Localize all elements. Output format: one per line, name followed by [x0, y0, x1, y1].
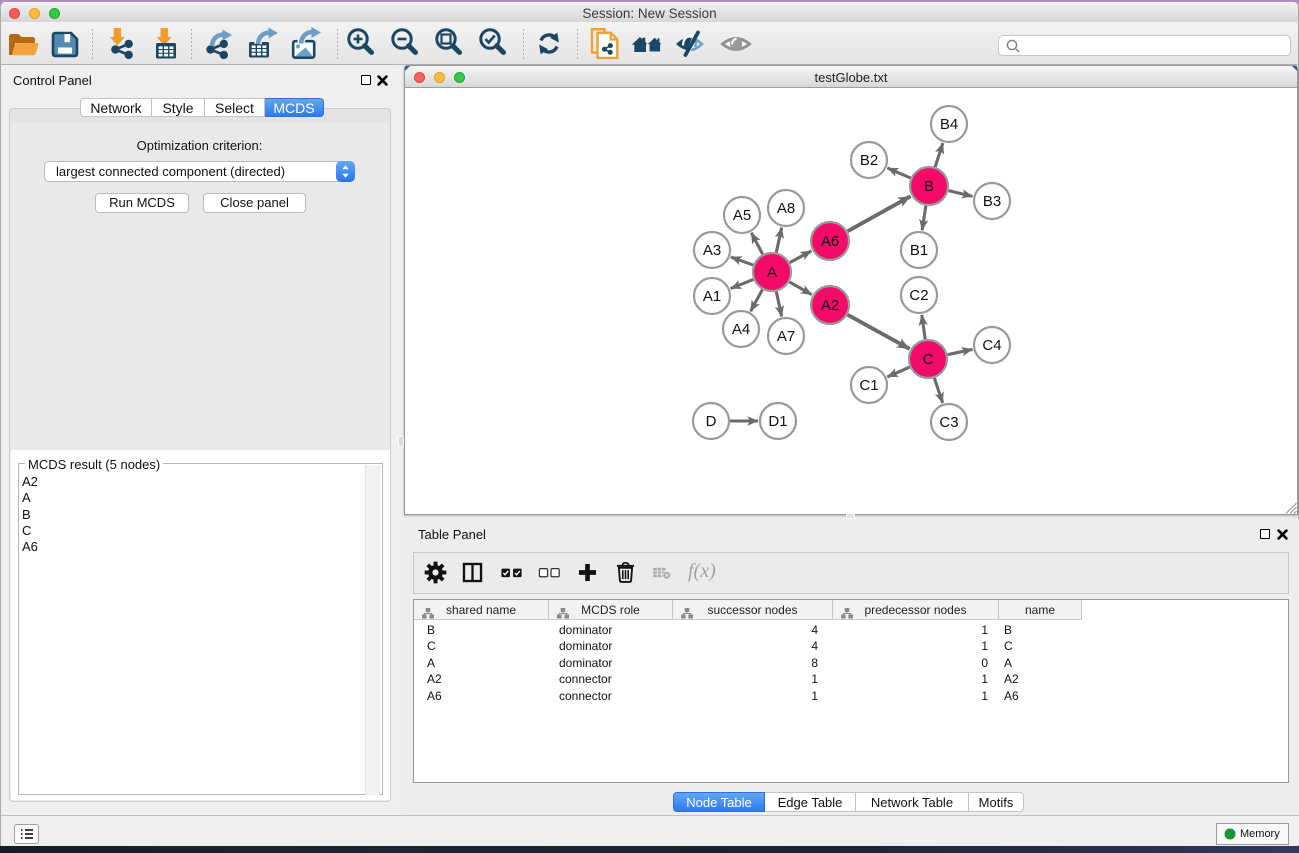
- svg-text:B1: B1: [910, 242, 928, 259]
- svg-text:B3: B3: [983, 193, 1001, 210]
- svg-text:B2: B2: [860, 152, 878, 169]
- svg-text:A1: A1: [703, 288, 721, 305]
- svg-text:A8: A8: [777, 200, 795, 217]
- svg-text:C4: C4: [982, 337, 1001, 354]
- svg-text:C1: C1: [859, 377, 878, 394]
- svg-text:C2: C2: [909, 287, 928, 304]
- svg-text:A6: A6: [821, 233, 839, 250]
- svg-text:D: D: [706, 413, 717, 430]
- svg-text:C3: C3: [939, 414, 958, 431]
- svg-text:C: C: [923, 351, 934, 368]
- svg-text:A4: A4: [732, 321, 750, 338]
- svg-text:D1: D1: [768, 413, 787, 430]
- svg-text:A: A: [767, 264, 777, 281]
- svg-text:A2: A2: [821, 297, 839, 314]
- svg-text:B: B: [924, 178, 934, 195]
- svg-text:A7: A7: [777, 328, 795, 345]
- svg-text:A5: A5: [733, 207, 751, 224]
- svg-text:B4: B4: [940, 116, 958, 133]
- svg-text:A3: A3: [703, 242, 721, 259]
